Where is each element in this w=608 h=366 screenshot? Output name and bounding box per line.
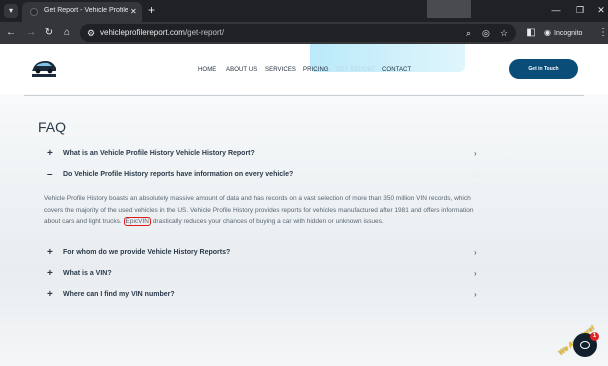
site-header: HOME ABOUT US SERVICES PRICING GET REPOR… [0,44,608,94]
bookmark-star-icon[interactable]: ☆ [500,27,508,39]
chevron-right-icon[interactable]: › [474,149,477,159]
browser-menu-icon[interactable]: ⋮ [598,26,608,40]
address-bar[interactable]: ⚙ vehicleprofilereport.com/get-report/ ⌕… [80,24,516,42]
nav-pricing[interactable]: PRICING [303,67,329,73]
site-logo[interactable] [30,57,58,79]
restore-icon[interactable]: ❐ [573,4,587,16]
faq-question[interactable]: Where can I find my VIN number? [63,291,175,298]
faq-question[interactable]: What is a VIN? [63,270,112,277]
header-divider [24,95,584,96]
url-text[interactable]: vehicleprofilereport.com/get-report/ [100,28,224,37]
chat-widget[interactable]: We Are Here! 1 [556,320,608,366]
nav-home[interactable]: HOME [198,67,216,73]
plus-icon[interactable]: + [47,289,53,301]
nav-get-report[interactable]: GET REPORT [336,67,376,73]
car-logo-icon [32,61,56,77]
reload-icon[interactable]: ↻ [42,26,56,40]
browser-tab-bar: ▾ Get Report - Vehicle Profile Report ✕ … [0,0,608,22]
home-icon[interactable]: ⌂ [60,26,74,40]
plus-icon[interactable]: + [47,148,53,160]
faq-item[interactable]: + What is a VIN? › [44,268,484,282]
minus-icon[interactable]: – [47,169,53,181]
plus-icon[interactable]: + [47,247,53,259]
site-info-icon[interactable]: ⚙ [87,27,95,39]
web-page: HOME ABOUT US SERVICES PRICING GET REPOR… [0,44,608,366]
tab-title: Get Report - Vehicle Profile Report [44,7,128,14]
faq-title: FAQ [38,119,67,135]
incognito-indicator[interactable]: ◉ Incognito [544,26,594,40]
faq-question[interactable]: Do Vehicle Profile History reports have … [63,171,293,178]
new-tab-button[interactable]: + [148,3,155,17]
answer-text-continued: drastically reduces your chances of buyi… [152,218,384,225]
browser-tab[interactable]: Get Report - Vehicle Profile Report ✕ [22,2,142,22]
incognito-label: Incognito [554,30,583,37]
tab-search-icon[interactable]: ▾ [4,4,18,18]
faq-question[interactable]: For whom do we provide Vehicle History R… [63,249,230,256]
minimize-icon[interactable]: — [549,4,563,16]
browser-toolbar: ← → ↻ ⌂ ⚙ vehicleprofilereport.com/get-r… [0,22,608,44]
favicon-icon [30,8,38,16]
highlighted-brand: EpicVIN [123,217,151,226]
nav-contact[interactable]: CONTACT [382,67,411,73]
side-panel-icon[interactable]: ◧ [524,26,538,40]
chevron-right-icon[interactable]: › [474,290,477,300]
chat-icon [580,341,590,349]
unread-badge: 1 [590,332,599,341]
get-in-touch-button[interactable]: Get in Touch [509,59,578,79]
plus-icon[interactable]: + [47,268,53,280]
faq-answer: Vehicle Profile History boasts an absolu… [44,193,484,228]
tab-close-icon[interactable]: ✕ [130,6,137,18]
close-icon[interactable]: ✕ [594,4,608,16]
faq-item[interactable]: + What is an Vehicle Profile History Veh… [44,148,484,162]
chevron-right-icon[interactable]: › [474,248,477,258]
nav-about-us[interactable]: ABOUT US [226,67,257,73]
zoom-search-icon[interactable]: ⌕ [466,27,471,39]
eye-off-icon[interactable]: ◎ [482,27,490,39]
chevron-right-icon[interactable]: › [474,269,477,279]
tab-strip-thumbnail [427,0,471,18]
nav-services[interactable]: SERVICES [265,67,296,73]
faq-question[interactable]: What is an Vehicle Profile History Vehic… [63,150,255,157]
faq-item[interactable]: + For whom do we provide Vehicle History… [44,247,484,261]
incognito-icon: ◉ [544,28,551,37]
back-icon[interactable]: ← [4,26,18,40]
forward-icon[interactable]: → [24,26,38,40]
chevron-down-icon[interactable]: ⌄ [474,170,481,180]
faq-item-expanded[interactable]: – Do Vehicle Profile History reports hav… [44,169,484,183]
faq-item[interactable]: + Where can I find my VIN number? › [44,289,484,303]
